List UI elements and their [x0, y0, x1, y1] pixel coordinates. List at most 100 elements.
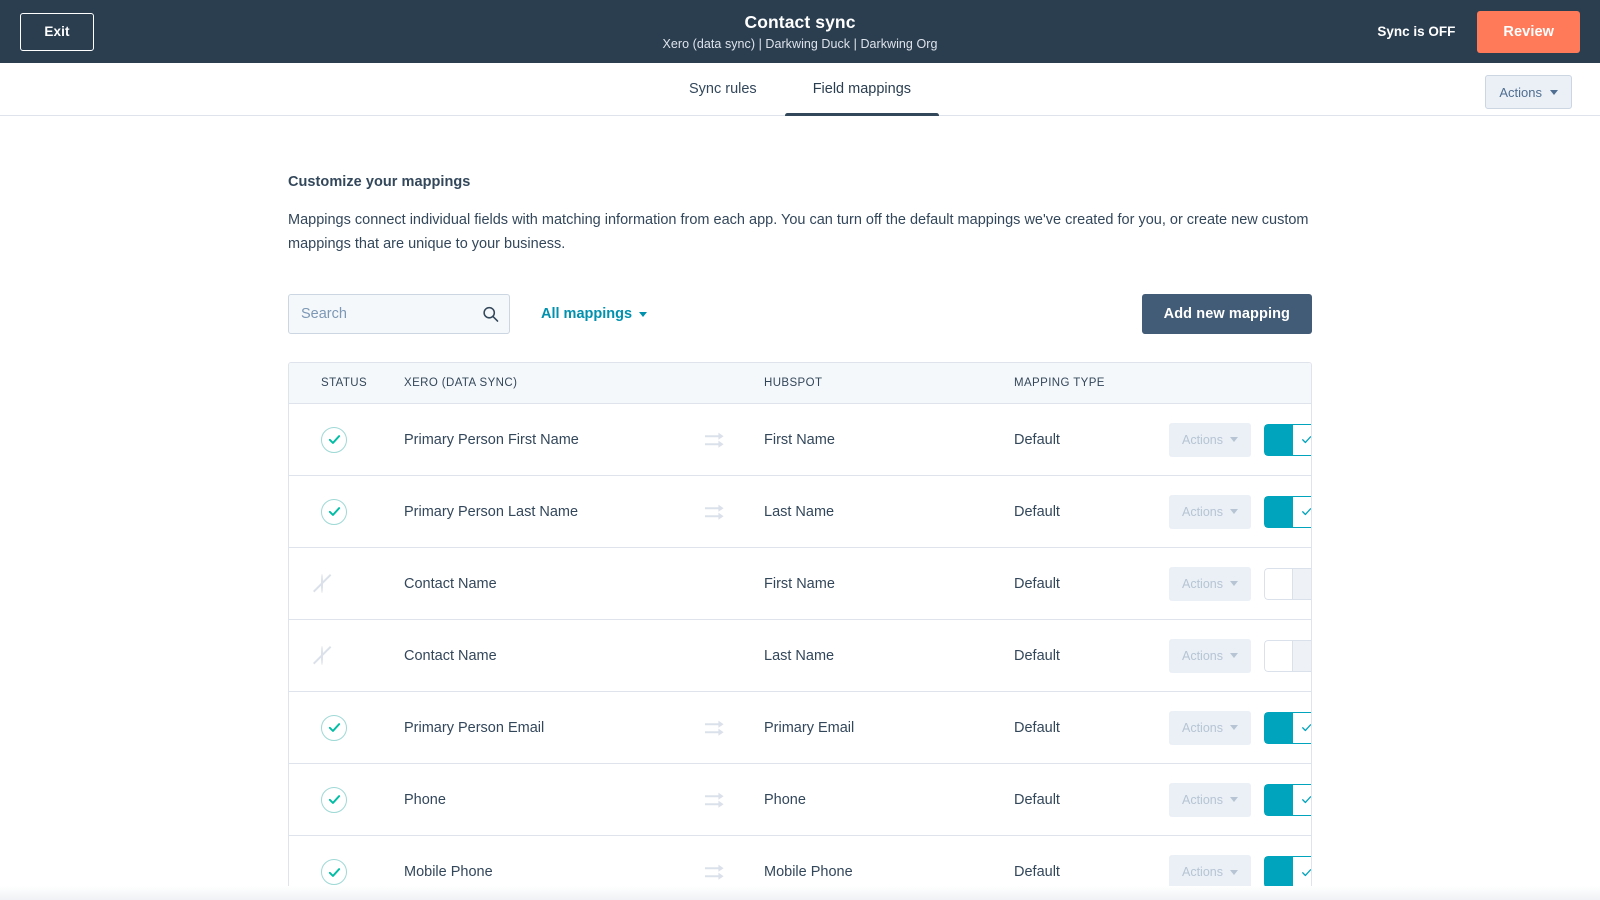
row-enable-toggle[interactable] — [1264, 639, 1311, 672]
row-controls-cell: Actions — [1169, 710, 1311, 745]
column-header-target: HUBSPOT — [764, 377, 823, 389]
row-controls-cell: Actions — [1169, 566, 1311, 601]
row-controls-cell: Actions — [1169, 782, 1311, 817]
page-subtitle: Xero (data sync) | Darkwing Duck | Darkw… — [662, 36, 938, 51]
row-actions-label: Actions — [1182, 865, 1223, 879]
chevron-down-icon — [1230, 437, 1238, 442]
bidirectional-sync-icon — [705, 792, 724, 808]
column-header-status: STATUS — [321, 377, 368, 389]
row-status-cell — [289, 786, 404, 813]
table-row: Phone Phone Default Actions — [289, 764, 1311, 836]
chevron-down-icon — [1230, 725, 1238, 730]
row-direction-cell — [704, 430, 764, 450]
chevron-down-icon — [639, 311, 648, 317]
table-body: Primary Person First Name First Name Defau… — [289, 404, 1311, 900]
row-actions-button[interactable]: Actions — [1169, 855, 1251, 889]
row-enable-toggle[interactable] — [1264, 567, 1311, 600]
tab-field-mappings[interactable]: Field mappings — [784, 63, 940, 118]
exit-button[interactable]: Exit — [20, 12, 94, 51]
row-actions-label: Actions — [1182, 720, 1223, 735]
row-controls-cell: Actions — [1169, 494, 1311, 529]
row-mapping-type: Default — [1014, 647, 1060, 664]
column-header-mapping-type: MAPPING TYPE — [1014, 377, 1105, 389]
tab-sync-rules[interactable]: Sync rules — [661, 63, 785, 115]
row-actions-button[interactable]: Actions — [1169, 494, 1251, 529]
mappings-filter-dropdown[interactable]: All mappings — [541, 306, 648, 322]
row-mapping-type: Default — [1014, 431, 1060, 448]
mappings-table: STATUS XERO (DATA SYNC) HUBSPOT MAPPING … — [288, 362, 1312, 900]
toggle-track-left — [1264, 711, 1292, 744]
toggle-track-left — [1264, 495, 1292, 528]
tab-sync-rules-label: Sync rules — [688, 81, 757, 97]
toggle-knob — [1292, 856, 1311, 888]
row-target-field: First Name — [764, 431, 835, 448]
row-direction-cell — [704, 718, 764, 738]
row-enable-toggle[interactable] — [1264, 711, 1311, 744]
row-mapping-type: Default — [1014, 864, 1060, 880]
row-mapping-type: Default — [1014, 503, 1060, 520]
toggle-track-left — [1264, 423, 1292, 456]
status-disabled-icon — [321, 645, 323, 665]
chevron-down-icon — [1230, 869, 1238, 875]
row-actions-label: Actions — [1182, 432, 1223, 447]
chevron-down-icon — [1230, 509, 1238, 514]
row-controls-cell: Actions — [1169, 855, 1311, 889]
status-enabled-icon — [321, 714, 347, 741]
row-actions-label: Actions — [1182, 792, 1223, 807]
row-actions-button[interactable]: Actions — [1169, 710, 1251, 745]
toggle-knob — [1292, 711, 1311, 744]
add-new-mapping-button[interactable]: Add new mapping — [1141, 294, 1312, 334]
row-status-cell — [289, 859, 404, 885]
row-source-field: Mobile Phone — [404, 864, 493, 880]
row-status-cell — [289, 426, 404, 453]
row-mapping-type: Default — [1014, 575, 1060, 592]
row-mapping-type: Default — [1014, 719, 1060, 736]
bidirectional-sync-icon — [705, 864, 724, 880]
tab-field-mappings-label: Field mappings — [812, 81, 912, 97]
header-titles: Contact sync Xero (data sync) | Darkwing… — [0, 0, 1600, 63]
row-actions-button[interactable]: Actions — [1169, 638, 1251, 673]
status-enabled-icon — [321, 426, 347, 453]
review-button[interactable]: Review — [1477, 10, 1580, 53]
tab-bar: Sync rules Field mappings Actions — [0, 63, 1600, 118]
status-enabled-icon — [321, 786, 347, 813]
row-enable-toggle[interactable] — [1264, 423, 1311, 456]
chevron-down-icon — [1550, 89, 1558, 95]
toggle-knob — [1292, 423, 1311, 456]
status-disabled-icon — [321, 573, 323, 593]
bidirectional-sync-icon — [705, 720, 724, 736]
mappings-filter-label: All mappings — [541, 306, 633, 322]
row-status-cell — [289, 498, 404, 525]
search-input[interactable] — [288, 294, 510, 334]
row-actions-button[interactable]: Actions — [1169, 782, 1251, 817]
content-container: Customize your mappings Mappings connect… — [288, 116, 1312, 900]
header-right-group: Sync is OFF Review — [1377, 10, 1580, 53]
row-actions-label: Actions — [1182, 576, 1223, 591]
table-row: Primary Person First Name First Name Defau… — [289, 404, 1311, 476]
row-actions-button[interactable]: Actions — [1169, 566, 1251, 601]
main-content: Customize your mappings Mappings connect… — [0, 116, 1600, 900]
tab-list: Sync rules Field mappings — [661, 63, 940, 118]
row-actions-label: Actions — [1182, 648, 1223, 663]
row-controls-cell: Actions — [1169, 422, 1311, 457]
chevron-down-icon — [1230, 797, 1238, 802]
row-source-field: Primary Person First Name — [404, 431, 579, 448]
row-actions-button[interactable]: Actions — [1169, 422, 1251, 457]
toggle-knob — [1264, 639, 1292, 672]
toggle-knob — [1292, 495, 1311, 528]
top-actions-button[interactable]: Actions — [1485, 75, 1572, 109]
app-header: Exit Contact sync Xero (data sync) | Dar… — [0, 0, 1600, 63]
row-target-field: Last Name — [764, 503, 835, 520]
table-row: Primary Person Email Primary Email Default… — [289, 692, 1311, 764]
row-status-cell — [289, 573, 404, 593]
bidirectional-sync-icon — [705, 504, 724, 520]
row-direction-cell — [704, 502, 764, 522]
row-mapping-type: Default — [1014, 791, 1060, 808]
row-enable-toggle[interactable] — [1264, 495, 1311, 528]
row-target-field: Phone — [764, 791, 806, 808]
row-enable-toggle[interactable] — [1264, 856, 1311, 888]
toggle-track-right — [1292, 567, 1311, 600]
toggle-track-right — [1292, 639, 1311, 672]
row-enable-toggle[interactable] — [1264, 783, 1311, 816]
section-description: Mappings connect individual fields with … — [288, 212, 1309, 252]
